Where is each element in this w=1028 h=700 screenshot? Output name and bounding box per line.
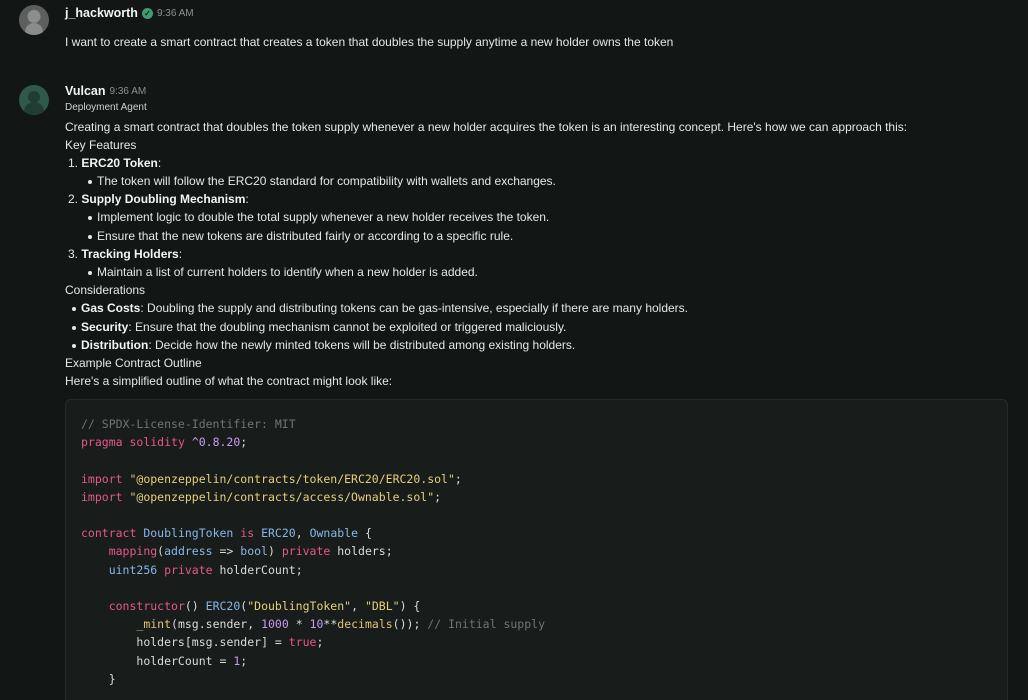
code-line: constructor() ERC20("DoublingToken", "DB…	[108, 599, 421, 613]
section-heading: Considerations	[65, 283, 146, 297]
code-line: import "@openzeppelin/contracts/token/ER…	[81, 471, 462, 486]
avatar[interactable]	[19, 85, 49, 115]
code-line: mapping(address => bool) private holders…	[108, 544, 393, 559]
code-line: }	[81, 671, 116, 686]
feature-bullet: Ensure that the new tokens are distribut…	[87, 229, 514, 243]
consideration-item: Distribution: Decide how the newly minte…	[71, 338, 576, 352]
consideration-text: : Decide how the newly minted tokens wil…	[148, 338, 576, 352]
outline-intro: Here's a simplified outline of what the …	[65, 374, 393, 388]
code-line: _mint(msg.sender, 1000 * 10**decimals())…	[136, 617, 545, 632]
section-heading: Key Features	[65, 138, 137, 152]
intro-text: Creating a smart contract that doubles t…	[65, 120, 908, 134]
feature-title: ERC20 Token	[81, 156, 158, 170]
code-line: // SPDX-License-Identifier: MIT	[81, 417, 296, 431]
code-line: pragma solidity ^0.8.20;	[81, 435, 248, 450]
code-line: import "@openzeppelin/contracts/access/O…	[81, 489, 442, 504]
agent-role: Deployment Agent	[65, 102, 147, 113]
feature-bullet: Implement logic to double the total supp…	[87, 210, 550, 224]
author-name[interactable]: Vulcan	[65, 84, 106, 98]
feature-number: 1.	[68, 156, 79, 170]
consideration-text: : Ensure that the doubling mechanism can…	[128, 320, 567, 334]
consideration-text: : Doubling the supply and distributing t…	[140, 301, 689, 315]
feature-number: 2.	[68, 192, 79, 206]
code-line: holderCount = 1;	[136, 653, 248, 668]
feature-title: Tracking Holders	[81, 247, 179, 261]
feature-bullet: The token will follow the ERC20 standard…	[88, 174, 556, 188]
feature-item: 1. ERC20 Token:	[68, 156, 162, 170]
feature-item: 2. Supply Doubling Mechanism:	[68, 192, 249, 206]
message-header: j_hackworth ✓ 9:36 AM	[65, 6, 194, 20]
consideration-title: Distribution	[81, 338, 149, 352]
code-line: contract DoublingToken is ERC20, Ownable…	[81, 526, 372, 541]
check-badge-icon: ✓	[141, 7, 153, 19]
author-name[interactable]: j_hackworth	[65, 6, 138, 20]
message-header: Vulcan 9:36 AM	[65, 84, 146, 98]
feature-number: 3.	[68, 247, 79, 261]
consideration-title: Gas Costs	[81, 301, 141, 315]
consideration-item: Gas Costs: Doubling the supply and distr…	[71, 301, 689, 315]
feature-item: 3. Tracking Holders:	[68, 247, 183, 261]
consideration-item: Security: Ensure that the doubling mecha…	[71, 320, 567, 334]
feature-title: Supply Doubling Mechanism	[81, 192, 246, 206]
section-heading: Example Contract Outline	[65, 356, 202, 370]
chat-window: j_hackworth ✓ 9:36 AM I want to create a…	[0, 0, 1028, 700]
feature-bullet: Maintain a list of current holders to id…	[88, 265, 478, 279]
code-line: holders[msg.sender] = true;	[136, 635, 324, 650]
code-block[interactable]: // SPDX-License-Identifier: MIT pragma so…	[65, 399, 1008, 700]
message-text: I want to create a smart contract that c…	[65, 35, 674, 49]
timestamp: 9:36 AM	[156, 7, 194, 19]
timestamp: 9:36 AM	[109, 85, 147, 97]
consideration-title: Security	[81, 320, 129, 334]
code-line: uint256 private holderCount;	[108, 562, 303, 577]
avatar[interactable]	[19, 5, 49, 35]
